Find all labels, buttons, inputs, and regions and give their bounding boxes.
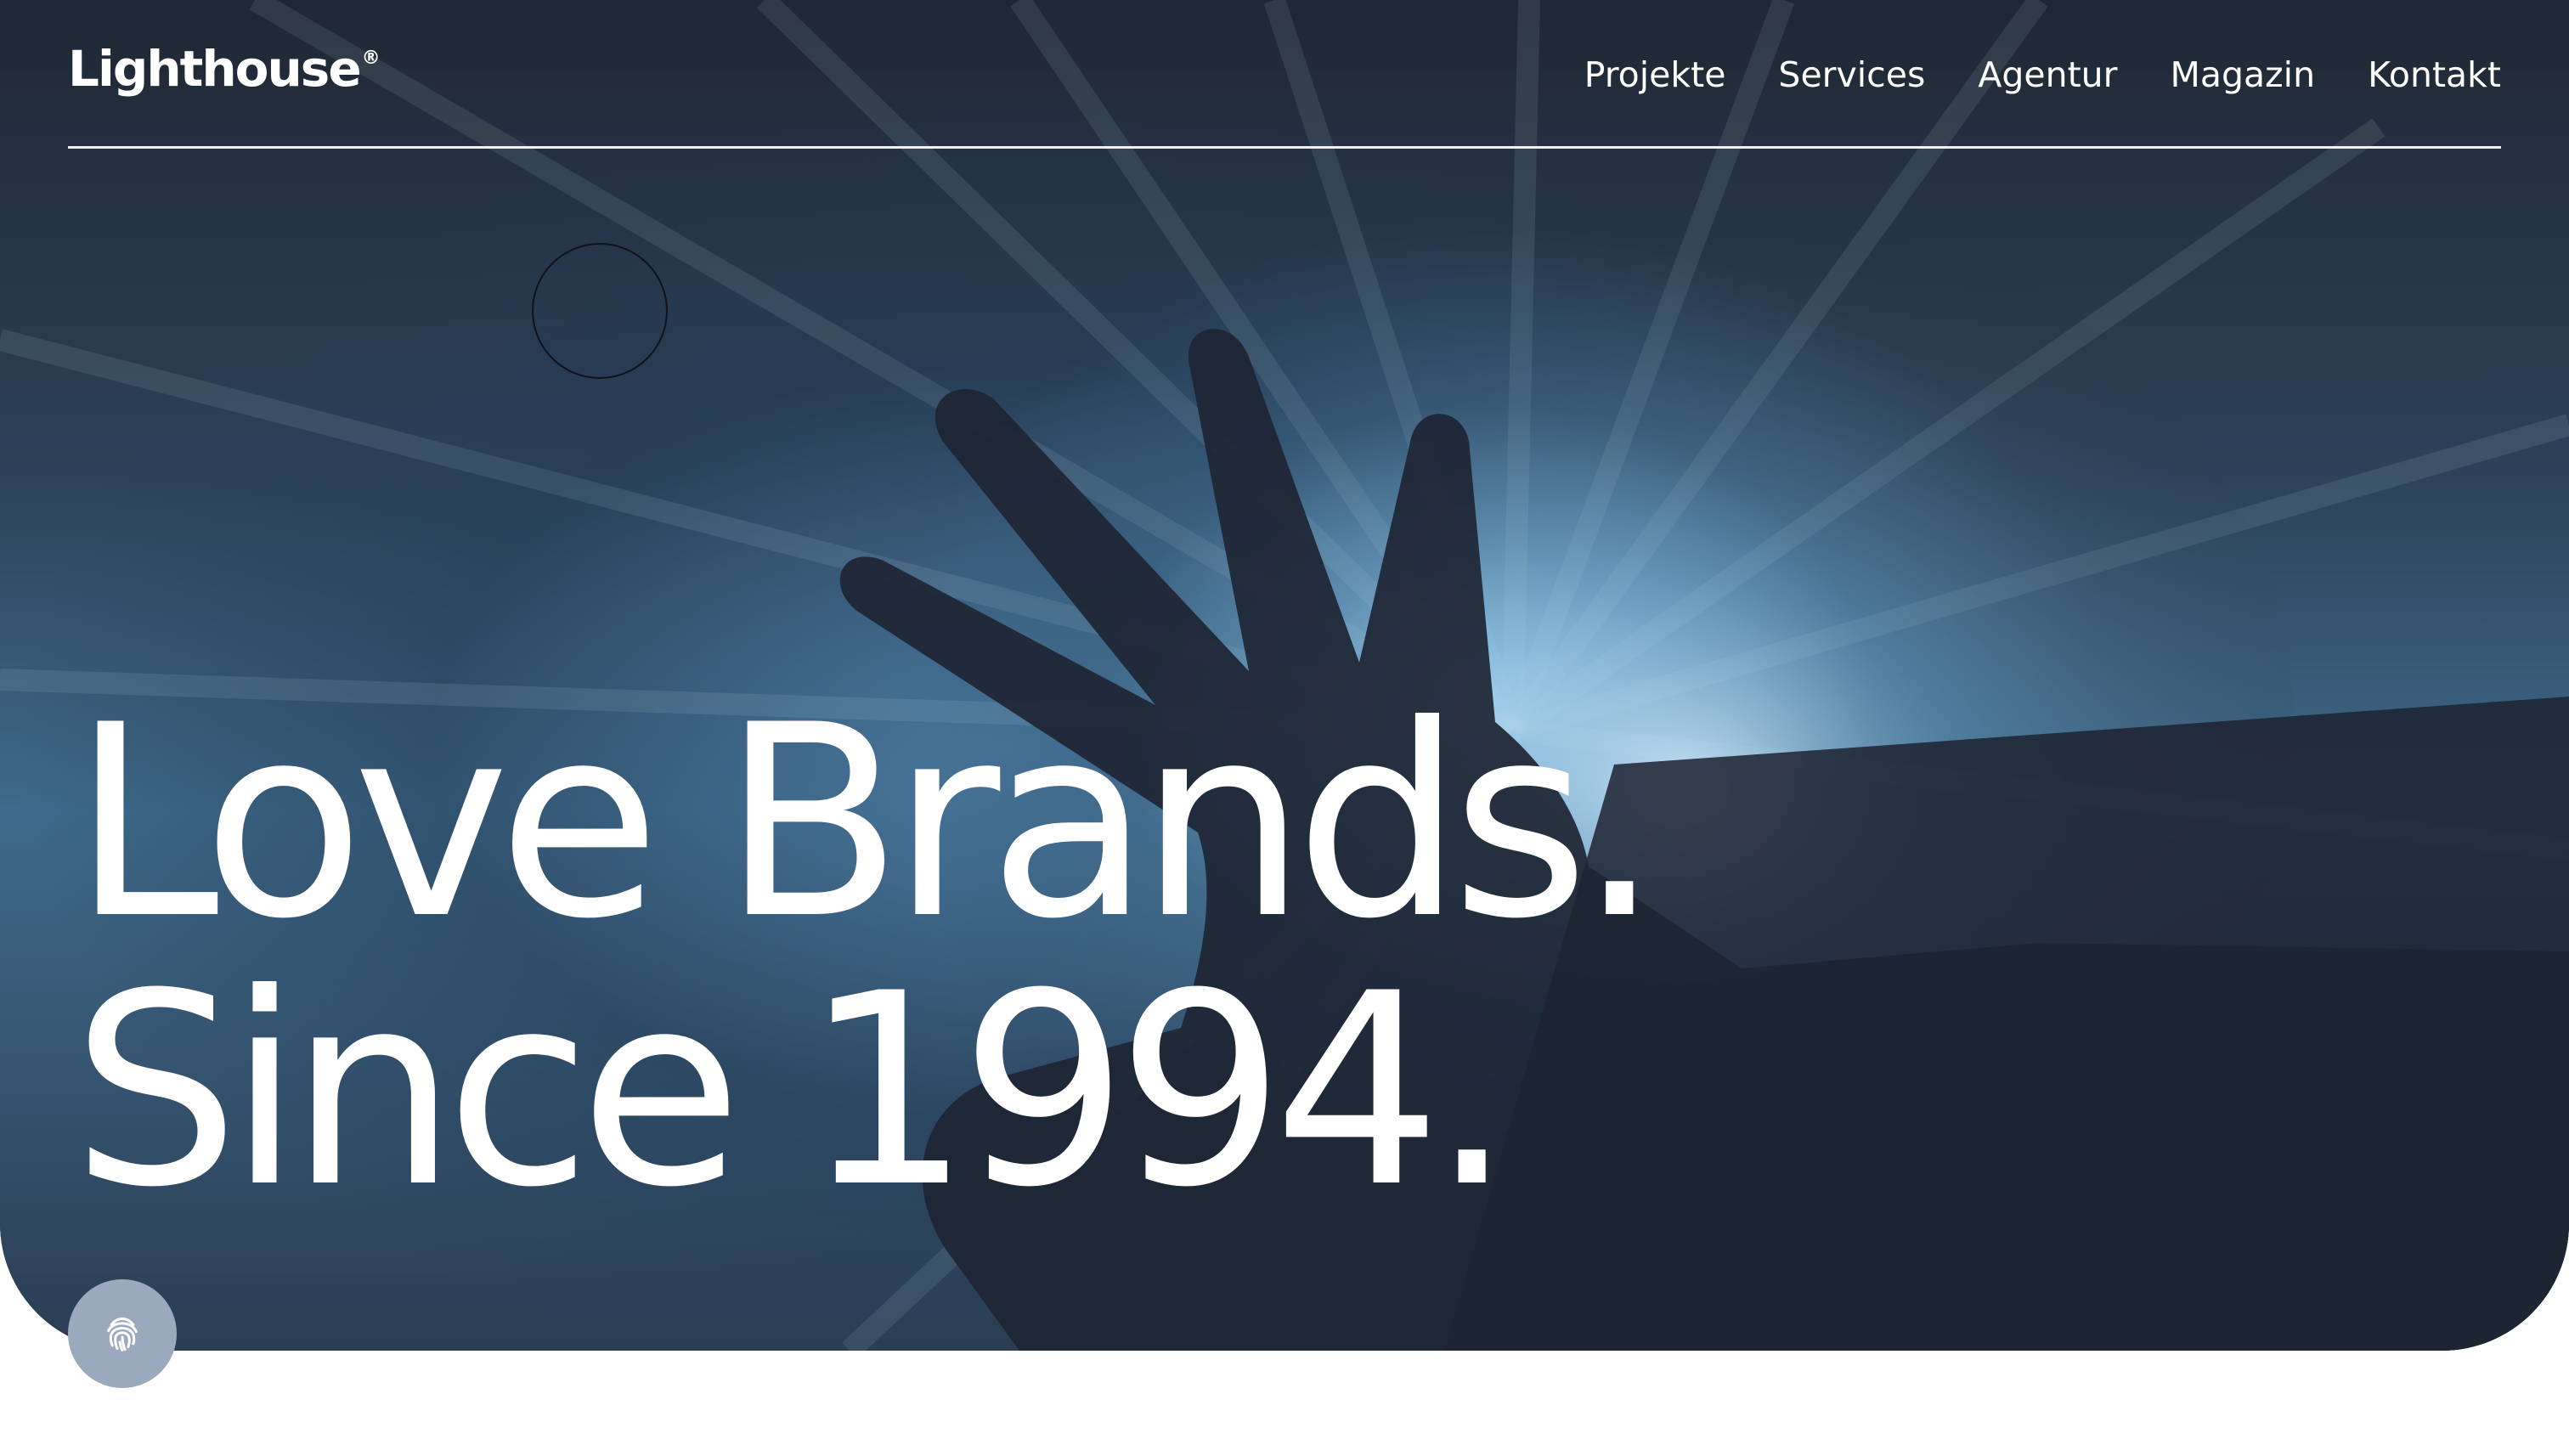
hero-section: Lighthouse® Projekte Services Agentur Ma…: [0, 0, 2569, 1351]
main-nav: Projekte Services Agentur Magazin Kontak…: [1584, 58, 2501, 93]
page: Lighthouse® Projekte Services Agentur Ma…: [0, 0, 2569, 1456]
logo-link[interactable]: Lighthouse®: [68, 44, 381, 93]
nav-link-services[interactable]: Services: [1778, 58, 1925, 93]
nav-link-kontakt[interactable]: Kontakt: [2368, 58, 2501, 93]
headline-line-2: Since 1994.: [71, 936, 1514, 1245]
headline-line-1: Love Brands.: [71, 668, 1662, 977]
nav-link-agentur[interactable]: Agentur: [1978, 58, 2117, 93]
site-header: Lighthouse® Projekte Services Agentur Ma…: [68, 0, 2501, 149]
fingerprint-button[interactable]: [68, 1279, 177, 1388]
fingerprint-icon: [107, 1317, 138, 1352]
logo-text: Lighthouse: [68, 40, 362, 98]
nav-link-projekte[interactable]: Projekte: [1584, 58, 1726, 93]
cursor-ring: [532, 243, 668, 379]
hero-headline: Love Brands. Since 1994.: [71, 668, 1662, 1245]
nav-link-magazin[interactable]: Magazin: [2171, 58, 2316, 93]
logo-registered-mark: ®: [361, 48, 381, 69]
